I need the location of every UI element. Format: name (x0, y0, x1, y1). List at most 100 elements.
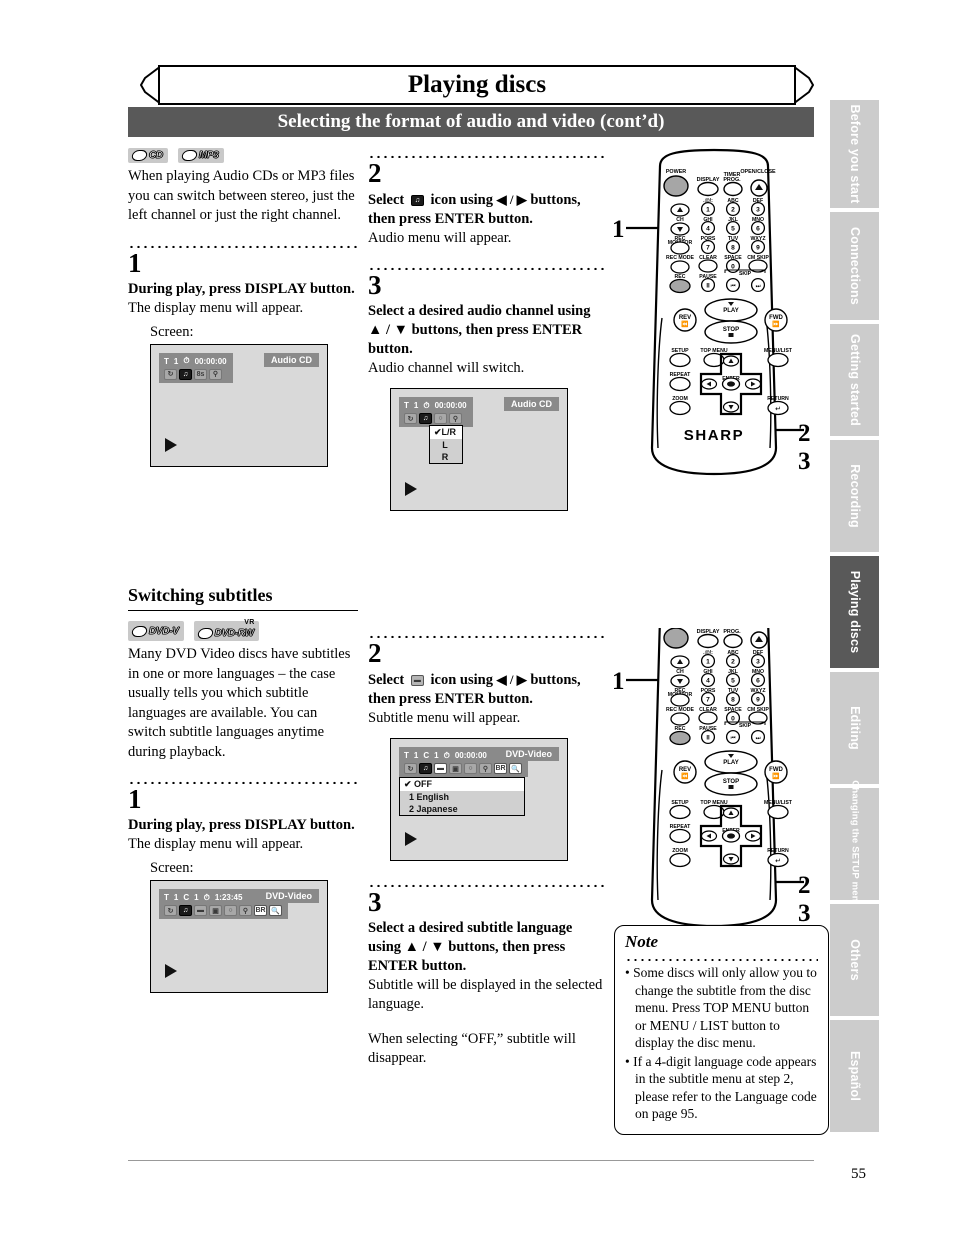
audio-middle-column: 2 Select ♫ icon using ◀ / ▶ buttons, the… (368, 148, 608, 511)
audio-channel-option[interactable]: L (430, 439, 462, 451)
subtitle-step1-number: 1 (128, 784, 142, 814)
side-tab-before-you-start[interactable]: Before you start (830, 100, 879, 208)
side-tab-connections[interactable]: Connections (830, 212, 879, 320)
svg-text:2: 2 (731, 207, 735, 214)
subtitle-language-menu[interactable]: ✔ OFF 1 English 2 Japanese (399, 777, 525, 816)
chapter-title-banner: Playing discs (139, 65, 815, 105)
clock-icon: ⏱ (443, 750, 450, 760)
option-label: OFF (414, 779, 433, 789)
svg-text:⏭: ⏭ (756, 736, 761, 742)
audio-step1-screen-label: Screen: (150, 323, 194, 340)
step-divider (368, 260, 608, 270)
note-divider (625, 953, 818, 961)
play-icon (165, 437, 177, 452)
subtitle-step2-plain: Subtitle menu will appear. (368, 710, 521, 726)
osd-title-flag: T (404, 751, 409, 760)
svg-text:SKIP: SKIP (739, 723, 752, 729)
subtitle-language-option[interactable]: 1 English (400, 791, 524, 803)
side-tab-label: Connections (847, 227, 862, 305)
audio-channel-option[interactable]: R (430, 451, 462, 463)
left-right-arrows: ◀ / ▶ (496, 192, 527, 207)
svg-text:REV: REV (679, 315, 691, 321)
side-tab-label: Playing discs (847, 570, 862, 654)
disc-badge-label: MP3 (198, 150, 220, 162)
svg-text:PLAY: PLAY (723, 760, 738, 766)
audio-channel-menu[interactable]: ✔L/R L R (429, 425, 464, 464)
side-tab-label: Editing (847, 706, 862, 750)
callout-3: 3 (798, 900, 811, 927)
remote-brand: SHARP (684, 427, 745, 444)
svg-text:STOP: STOP (723, 327, 739, 333)
disc-badge-dvd-rw-vr: VR DVD-RW (193, 619, 259, 641)
subtitle-osd-screen-2: T 1 C 1 ⏱ 00:00:00 ↻ ♫ ▬ ▣ ○ ⚲ BR 🔍 DVD-… (390, 738, 568, 861)
osd-chapter-flag: C (423, 751, 430, 760)
svg-text:POWER: POWER (666, 169, 686, 175)
page-number: 55 (851, 1166, 866, 1182)
osd-chapter-flag: C (183, 893, 190, 902)
svg-text:CH: CH (676, 669, 684, 675)
osd-disc-badge: DVD-Video (258, 889, 319, 903)
search-icon: ⚲ (479, 763, 492, 774)
subtitle-step1-bold: During play, press DISPLAY button. (128, 817, 355, 833)
repeat-icon: ↻ (404, 763, 417, 774)
osd-icon-row: ↻ ♫ ○ ⚲ (404, 413, 467, 424)
audio-step1-number: 1 (128, 247, 142, 278)
audio-disc-badges: CD MP3 (128, 148, 358, 163)
side-tab-editing[interactable]: Editing (830, 672, 879, 784)
subtitle-language-option[interactable]: 2 Japanese (400, 803, 524, 815)
vr-label: VR (244, 619, 255, 626)
svg-text:REC MODE: REC MODE (666, 707, 694, 713)
svg-text:7: 7 (706, 245, 710, 252)
osd-title-number: 1 (173, 893, 179, 902)
svg-text:1: 1 (706, 207, 710, 214)
osd-icon-row: ↻ ♫ ▬ ▣ ○ ⚲ BR 🔍 (164, 905, 282, 916)
audio-step2-bold-pre: Select (368, 192, 405, 208)
step-divider (368, 628, 608, 638)
svg-text:3: 3 (756, 659, 760, 666)
audio-step2-bold: Select ♫ icon using ◀ / ▶ buttons, then … (368, 190, 608, 229)
zoom-icon: 🔍 (509, 763, 522, 774)
disc-icon (196, 628, 214, 639)
svg-text:4: 4 (706, 678, 710, 685)
side-tab-others[interactable]: Others (830, 904, 879, 1016)
clock-icon: ⏱ (423, 400, 430, 410)
osd-status-row: T 1 ⏱ 00:00:00 (164, 356, 227, 367)
audio-icon: ♫ (179, 368, 192, 380)
svg-text:II: II (706, 736, 710, 742)
subtitle-step2-number: 2 (368, 638, 382, 668)
svg-text:OPEN/CLOSE: OPEN/CLOSE (740, 169, 776, 175)
osd-chapter-number: 1 (194, 893, 199, 902)
subtitle-language-option[interactable]: ✔ OFF (400, 778, 524, 791)
audio-channel-option[interactable]: ✔L/R (430, 426, 463, 439)
audio-osd-screen-2: T 1 ⏱ 00:00:00 ↻ ♫ ○ ⚲ Audio CD ✔L/R L R (390, 388, 568, 511)
side-tab-espanol[interactable]: Español (830, 1020, 879, 1132)
side-tab-changing-the-setup-menu[interactable]: Changing the SETUP menu (830, 780, 879, 908)
play-icon (165, 964, 177, 978)
subtitle-step2-bold-mid: icon using (430, 672, 493, 688)
osd-title-number: 1 (173, 356, 179, 366)
subtitle-section-heading: Switching subtitles (128, 585, 273, 605)
svg-text:II: II (706, 284, 710, 290)
angle-icon: ▣ (209, 905, 222, 916)
audio-icon: ♫ (419, 763, 432, 774)
subtitle-step1-plain: The display menu will appear. (128, 836, 304, 852)
osd-title-flag: T (404, 401, 409, 410)
option-label: L/R (441, 427, 457, 437)
footer-divider (128, 1160, 814, 1161)
subtitle-step3-number: 3 (368, 887, 382, 917)
audio-step2-bold-mid: icon using (430, 192, 493, 208)
side-tab-label: Others (847, 939, 862, 981)
repeat-icon: ↻ (164, 905, 177, 916)
play-icon (405, 832, 417, 846)
angle-icon: ▣ (449, 763, 462, 774)
svg-text:5: 5 (731, 678, 735, 685)
callout-1: 1 (612, 216, 625, 243)
audio-step3-number: 3 (368, 270, 382, 300)
side-tab-getting-started[interactable]: Getting started (830, 324, 879, 436)
audio-step2-number: 2 (368, 158, 382, 188)
side-tab-recording[interactable]: Recording (830, 440, 879, 552)
disc-icon (130, 625, 149, 637)
subtitle-osd-screen-1: T 1 C 1 ⏱ 1:23:45 ↻ ♫ ▬ ▣ ○ ⚲ BR 🔍 DVD-V… (150, 880, 328, 993)
option-number: 1 (409, 792, 415, 802)
side-tab-playing-discs[interactable]: Playing discs (830, 556, 879, 668)
